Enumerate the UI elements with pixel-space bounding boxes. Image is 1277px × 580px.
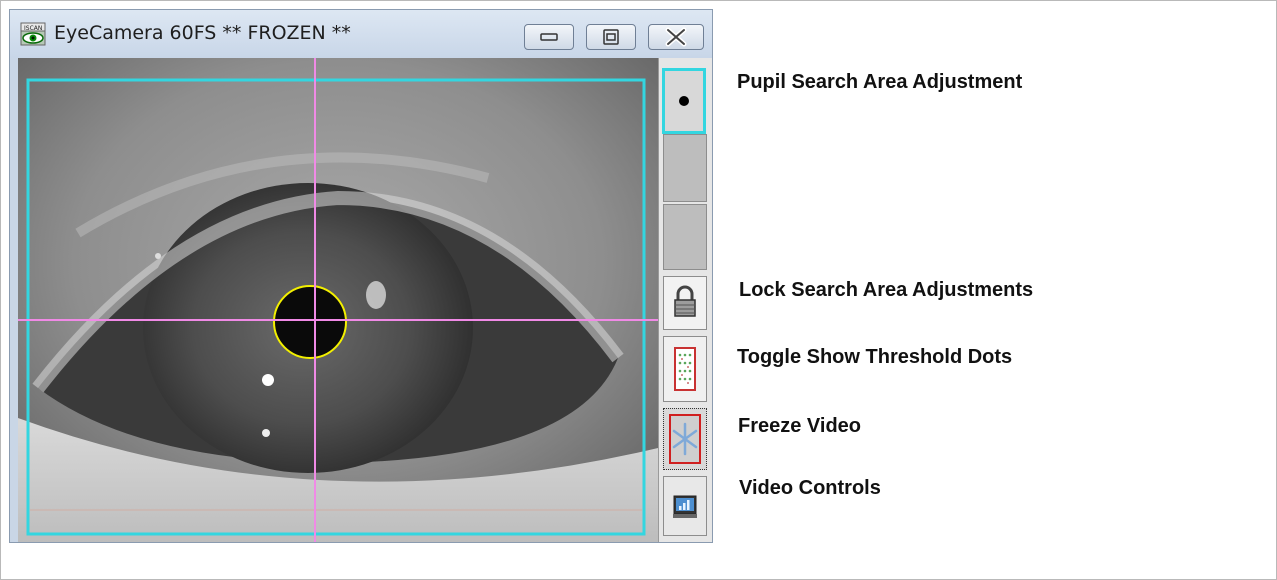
lock-search-area-label: Lock Search Area Adjustments xyxy=(739,279,1034,301)
eye-image xyxy=(18,58,658,542)
black-dot-icon xyxy=(679,96,689,106)
threshold-dots-label: Toggle Show Threshold Dots xyxy=(737,346,1013,368)
threshold-dots-button[interactable] xyxy=(663,336,707,402)
figure-frame: ISCAN EyeCamera 60FS ** FROZEN ** Pupil … xyxy=(0,0,1277,580)
minimize-button[interactable] xyxy=(524,24,574,50)
pupil-search-area-label: Pupil Search Area Adjustment xyxy=(737,71,1023,93)
side-toolbar xyxy=(658,58,712,542)
minimize-icon xyxy=(540,33,558,41)
close-icon xyxy=(665,27,687,47)
lock-search-area-button[interactable] xyxy=(663,276,707,330)
close-button[interactable] xyxy=(648,24,704,50)
monitor-chart-icon xyxy=(673,495,697,518)
window-titlebar[interactable]: ISCAN EyeCamera 60FS ** FROZEN ** xyxy=(10,10,712,58)
eyecamera-app-icon: ISCAN xyxy=(20,22,46,46)
maximize-icon xyxy=(603,29,619,45)
snowflake-icon xyxy=(669,414,701,464)
pupil-search-area-button[interactable] xyxy=(662,68,706,134)
freeze-video-label: Freeze Video xyxy=(738,415,862,437)
search-area-slot-1[interactable] xyxy=(663,134,707,202)
video-controls-label: Video Controls xyxy=(739,477,881,499)
eye-video-feed[interactable] xyxy=(18,58,658,542)
freeze-video-button[interactable] xyxy=(663,408,707,470)
padlock-icon xyxy=(674,285,696,317)
dot-grid-icon xyxy=(674,347,696,391)
video-controls-button[interactable] xyxy=(663,476,707,536)
eyecamera-window: ISCAN EyeCamera 60FS ** FROZEN ** xyxy=(9,9,713,543)
window-title: EyeCamera 60FS ** FROZEN ** xyxy=(54,22,351,44)
search-area-slot-2[interactable] xyxy=(663,204,707,270)
maximize-button[interactable] xyxy=(586,24,636,50)
